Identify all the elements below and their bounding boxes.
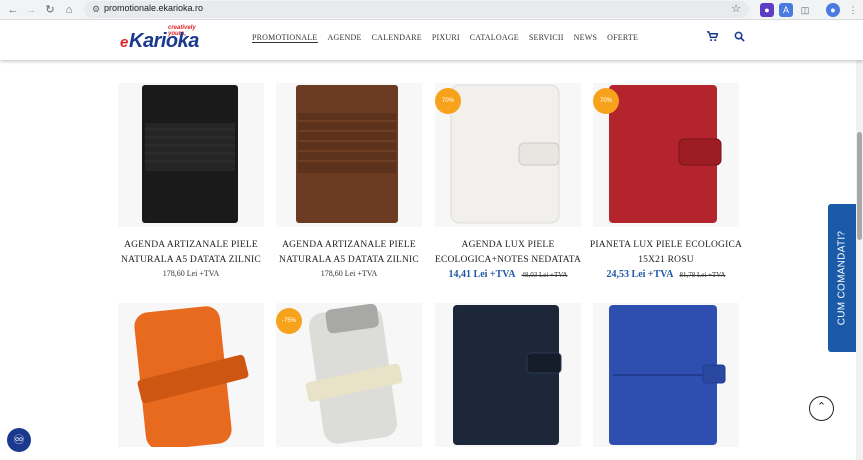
product-price: 14,41 Lei +TVA 48,03 Lei +TVA [448,269,568,280]
site-info-icon[interactable]: ⚙ [90,3,102,15]
main-menu: PROMOTIONALE AGENDE CALENDARE PIXURI CAT… [252,33,638,43]
site-header: creatively yours, e Karioka PROMOTIONALE… [0,21,863,60]
menu-item-pixuri[interactable]: PIXURI [432,33,460,43]
forward-icon[interactable]: → [24,3,38,17]
product-price: 24,53 Lei +TVA 81,78 Lei +TVA [606,269,726,280]
product-price: 178,60 Lei +TVA [162,269,220,278]
address-bar[interactable]: ⚙ promotionale.ekarioka.ro ☆ [84,1,749,18]
menu-item-oferte[interactable]: OFERTE [607,33,638,43]
product-image[interactable] [118,303,264,450]
cart-icon[interactable] [707,31,719,45]
extensions-puzzle-icon[interactable]: ◫ [798,3,812,17]
accessibility-icon: ♾ [13,432,25,447]
chevron-up-icon: ⌃ [816,401,827,413]
bookmark-star-icon[interactable]: ☆ [731,2,741,15]
accessibility-button[interactable]: ♾ [7,428,31,452]
menu-item-cataloage[interactable]: CATALOAGE [470,33,519,43]
search-icon[interactable] [734,31,745,45]
reload-icon[interactable]: ↻ [43,3,57,17]
discount-badge: -75% [276,308,302,334]
how-to-order-label: CUM COMANDATI? [836,230,848,326]
discount-badge: 70% [435,88,461,114]
browser-toolbar: ← → ↻ ⌂ ⚙ promotionale.ekarioka.ro ☆ ● A… [0,0,863,20]
product-price: 178,60 Lei +TVA [320,269,378,278]
how-to-order-tab[interactable]: CUM COMANDATI? [828,204,856,352]
product-title[interactable]: AGENDA ARTIZANALE PIELE NATURALA A5 DATA… [268,238,430,268]
profile-avatar-icon[interactable]: ● [826,3,840,17]
product-image[interactable] [276,83,422,227]
product-title[interactable]: PIANETA LUX PIELE ECOLOGICA 15X21 ROSU [585,238,747,268]
product-title[interactable]: AGENDA LUX PIELE ECOLOGICA+NOTES NEDATAT… [427,238,589,268]
menu-item-promotionale[interactable]: PROMOTIONALE [252,33,318,43]
browser-menu-icon[interactable]: ⋮ [846,3,860,17]
translate-icon[interactable]: A [779,3,793,17]
ekarioka-logo[interactable]: creatively yours, e Karioka [118,25,210,55]
product-image[interactable] [593,303,739,447]
product-image[interactable] [118,83,264,227]
menu-item-agende[interactable]: AGENDE [328,33,362,43]
product-title[interactable]: AGENDA ARTIZANALE PIELE NATURALA A5 DATA… [110,238,272,268]
home-icon[interactable]: ⌂ [62,3,76,17]
extension-icon[interactable]: ● [760,3,774,17]
logo-e: e [120,34,129,51]
back-icon[interactable]: ← [6,3,20,17]
menu-item-calendare[interactable]: CALENDARE [372,33,422,43]
scrollbar-thumb[interactable] [857,132,862,240]
scroll-to-top-button[interactable]: ⌃ [809,396,834,421]
page-scrollbar[interactable] [856,60,863,460]
logo-wordmark: Karioka [129,30,199,52]
discount-badge: 70% [593,88,619,114]
product-image[interactable] [435,303,581,447]
menu-item-servicii[interactable]: SERVICII [529,33,564,43]
menu-item-news[interactable]: NEWS [574,33,597,43]
url-text[interactable]: promotionale.ekarioka.ro [104,3,203,13]
